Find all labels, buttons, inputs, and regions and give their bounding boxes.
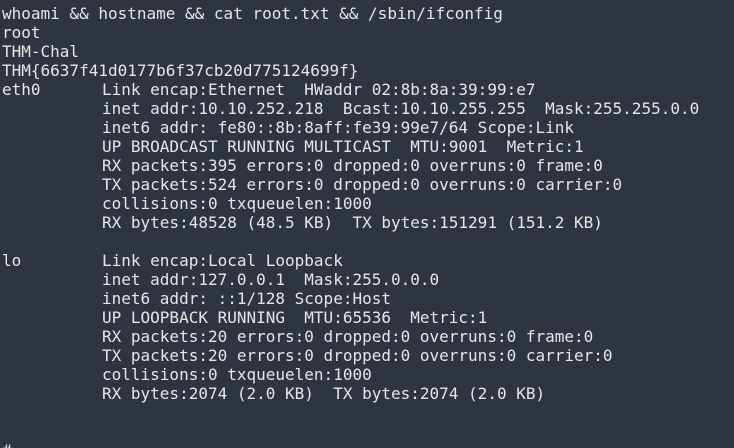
interface-line: Link encap:Ethernet HWaddr 02:8b:8a:39:9…: [102, 80, 536, 99]
interface-line: collisions:0 txqueuelen:1000: [102, 365, 372, 384]
interface-line: TX packets:524 errors:0 dropped:0 overru…: [102, 175, 623, 194]
prompt-symbol: #: [2, 441, 12, 448]
terminal-window[interactable]: whoami && hostname && cat root.txt && /s…: [0, 0, 734, 448]
interface-block-eth0: eth0 Link encap:Ethernet HWaddr 02:8b:8a…: [2, 80, 734, 232]
shell-prompt[interactable]: #: [2, 441, 734, 448]
interface-line: UP LOOPBACK RUNNING MTU:65536 Metric:1: [102, 308, 488, 327]
interface-line: inet6 addr: fe80::8b:8aff:fe39:99e7/64 S…: [102, 118, 575, 137]
whoami-output: root: [2, 23, 41, 42]
interface-line: RX packets:395 errors:0 dropped:0 overru…: [102, 156, 603, 175]
interface-line: RX bytes:48528 (48.5 KB) TX bytes:151291…: [102, 213, 603, 232]
interface-line: RX bytes:2074 (2.0 KB) TX bytes:2074 (2.…: [102, 384, 546, 403]
interface-line: RX packets:20 errors:0 dropped:0 overrun…: [102, 327, 594, 346]
interface-name: lo: [2, 251, 22, 270]
command-line: whoami && hostname && cat root.txt && /s…: [2, 4, 503, 23]
interface-line: collisions:0 txqueuelen:1000: [102, 194, 372, 213]
hostname-output: THM-Chal: [2, 42, 80, 61]
flag-output: THM{6637f41d0177b6f37cb20d775124699f}: [2, 61, 359, 80]
interface-name: eth0: [2, 80, 41, 99]
interface-line: inet addr:127.0.0.1 Mask:255.0.0.0: [102, 270, 440, 289]
interface-line: UP BROADCAST RUNNING MULTICAST MTU:9001 …: [102, 137, 584, 156]
interface-line: inet6 addr: ::1/128 Scope:Host: [102, 289, 391, 308]
interface-line: inet addr:10.10.252.218 Bcast:10.10.255.…: [102, 99, 700, 118]
interface-line: TX packets:20 errors:0 dropped:0 overrun…: [102, 346, 613, 365]
interface-block-lo: lo Link encap:Local Loopback inet addr:1…: [2, 251, 734, 403]
interface-line: Link encap:Local Loopback: [102, 251, 343, 270]
